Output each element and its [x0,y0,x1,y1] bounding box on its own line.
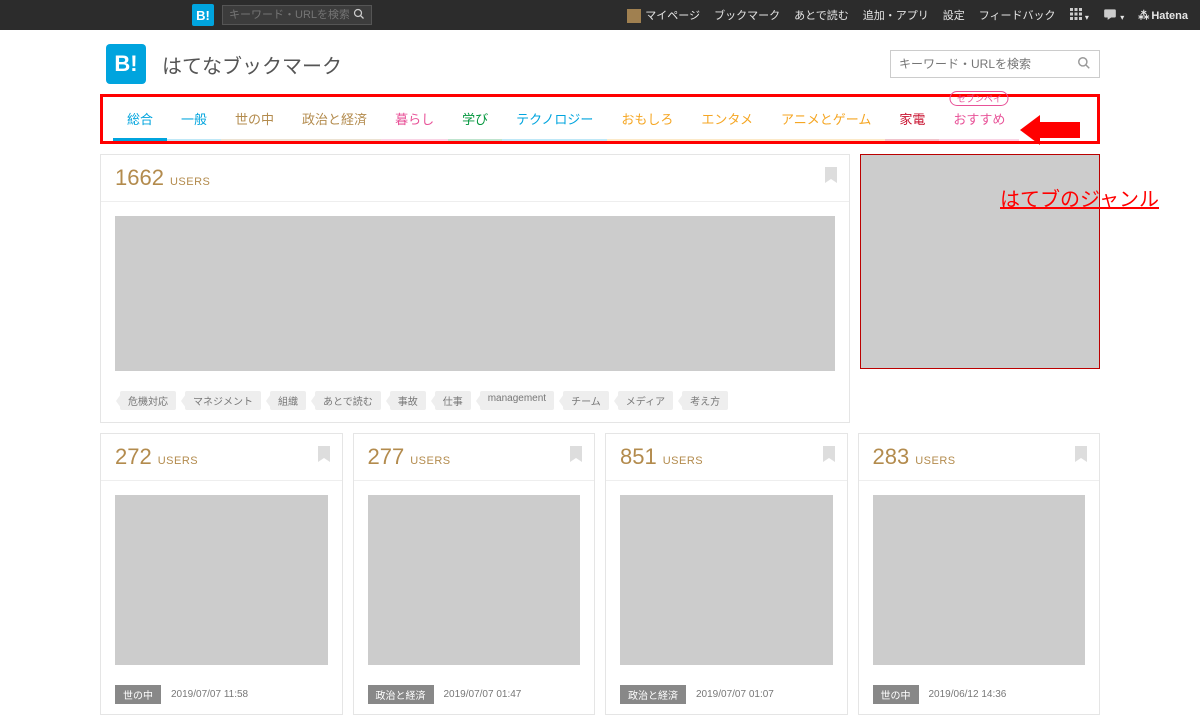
annotation-arrow: はてブのジャンル [1020,115,1200,212]
left-column: 1662 USERS 危機対応マネジメント組織あとで読む事故仕事 manageme… [100,154,850,433]
site-title: はてなブックマーク [162,50,342,79]
tag[interactable]: 危機対応 [120,391,176,410]
category-nav: 総合一般世の中政治と経済暮らし学びテクノロジーおもしろエンタメアニメとゲーム家電… [103,97,1097,141]
category-tab[interactable]: 学び [448,109,502,141]
chat-icon[interactable]: ▾ [1103,8,1124,23]
bookmark-icon[interactable] [318,446,330,467]
search-icon[interactable] [353,8,365,23]
category-tab[interactable]: アニメとゲーム [767,109,885,141]
main-content: 1662 USERS 危機対応マネジメント組織あとで読む事故仕事 manageme… [100,154,1100,433]
card-body [101,481,342,679]
site-search[interactable] [890,50,1100,78]
tag[interactable]: 事故 [390,391,426,410]
nav-settings[interactable]: 設定 [943,7,965,23]
user-count: 272 [115,444,152,470]
nav-readlater[interactable]: あとで読む [794,7,849,23]
card-body [101,202,849,385]
tag[interactable]: 考え方 [682,391,728,410]
card-grid: 272 USERS 世の中 2019/07/07 11:58 277 USERS 政治と経済… [100,433,1100,725]
topbar-search[interactable] [222,5,372,25]
category-chip[interactable]: 政治と経済 [620,685,686,704]
bookmark-icon[interactable] [823,446,835,467]
user-label: USERS [915,455,955,467]
entry-date: 2019/07/07 11:58 [171,689,248,700]
category-chip[interactable]: 世の中 [873,685,919,704]
topbar-right: マイページ ブックマーク あとで読む 追加・アプリ 設定 フィードバック ▾ ▾… [627,7,1188,23]
entry-date: 2019/07/07 01:07 [696,689,774,700]
apps-icon[interactable]: ▾ [1070,8,1089,23]
topbar-logo[interactable]: B! [192,4,214,26]
user-count: 277 [368,444,405,470]
tag[interactable]: 組織 [270,391,306,410]
card-header: 1662 USERS [101,155,849,202]
user-label: USERS [158,455,198,467]
category-tab[interactable]: 家電 [885,109,939,141]
avatar-icon [627,9,641,23]
site-header: B! はてなブックマーク [100,30,1100,94]
user-label: USERS [410,455,450,467]
card-body [354,481,595,679]
nav-bookmark[interactable]: ブックマーク [714,7,780,23]
category-tab[interactable]: 暮らし [381,109,448,141]
card-header: 851 USERS [606,434,847,481]
tag[interactable]: マネジメント [185,391,261,410]
card-header: 283 USERS [859,434,1100,481]
thumb-placeholder [873,495,1086,665]
card-meta: 世の中 2019/07/07 11:58 [101,679,342,714]
category-chip[interactable]: 政治と経済 [368,685,434,704]
hero-card[interactable]: 1662 USERS 危機対応マネジメント組織あとで読む事故仕事 manageme… [100,154,850,423]
tag[interactable]: management [480,391,554,410]
category-tab[interactable]: おもしろ [607,109,687,141]
nav-hatena[interactable]: ⁂ Hatena [1138,9,1188,22]
category-tab[interactable]: 一般 [167,109,221,141]
user-count: 283 [873,444,910,470]
page-container: B! はてなブックマーク 総合一般世の中政治と経済暮らし学びテクノロジーおもしろ… [100,30,1100,725]
category-nav-box: 総合一般世の中政治と経済暮らし学びテクノロジーおもしろエンタメアニメとゲーム家電… [100,94,1100,144]
category-chip[interactable]: 世の中 [115,685,161,704]
global-topbar: B! マイページ ブックマーク あとで読む 追加・アプリ 設定 フィードバック … [0,0,1200,30]
user-count: 851 [620,444,657,470]
category-tab[interactable]: 世の中 [221,109,288,141]
card-meta: 政治と経済 2019/07/07 01:47 [354,679,595,714]
user-count: 1662 [115,165,164,191]
bookmark-icon[interactable] [825,167,837,188]
thumb-placeholder [368,495,581,665]
card-header: 272 USERS [101,434,342,481]
thumb-placeholder [620,495,833,665]
user-label: USERS [663,455,703,467]
nav-mypage[interactable]: マイページ [627,7,700,23]
thumb-placeholder [115,495,328,665]
category-tab[interactable]: 政治と経済 [288,109,381,141]
tag[interactable]: メディア [618,391,673,410]
entry-date: 2019/07/07 01:47 [444,689,522,700]
topbar-search-input[interactable] [229,9,349,21]
entry-date: 2019/06/12 14:36 [929,689,1007,700]
site-search-input[interactable] [899,57,1077,71]
category-tab[interactable]: テクノロジー [502,109,607,141]
nav-add[interactable]: 追加・アプリ [863,7,929,23]
category-tab[interactable]: おすすめセブンペイ [939,109,1019,141]
search-icon[interactable] [1077,56,1091,73]
card-meta: 世の中 2019/06/12 14:36 [859,679,1100,714]
category-tab[interactable]: エンタメ [687,109,767,141]
bookmark-icon[interactable] [1075,446,1087,467]
tag[interactable]: あとで読む [315,391,381,410]
bookmark-icon[interactable] [570,446,582,467]
tag[interactable]: 仕事 [435,391,471,410]
category-tab[interactable]: 総合 [113,109,167,141]
arrow-icon [1020,115,1080,145]
annotation-label: はてブのジャンル [1000,183,1200,212]
nav-feedback[interactable]: フィードバック [979,7,1056,23]
category-badge: セブンペイ [950,91,1009,106]
card-meta: 政治と経済 2019/07/07 01:07 [606,679,847,714]
tag[interactable]: チーム [563,391,609,410]
site-logo[interactable]: B! [106,44,146,84]
card-body [606,481,847,679]
card-header: 277 USERS [354,434,595,481]
user-label: USERS [170,176,210,188]
hero-image-placeholder [115,216,835,371]
card-body [859,481,1100,679]
tag-list: 危機対応マネジメント組織あとで読む事故仕事 management チームメディア考え… [101,385,849,422]
